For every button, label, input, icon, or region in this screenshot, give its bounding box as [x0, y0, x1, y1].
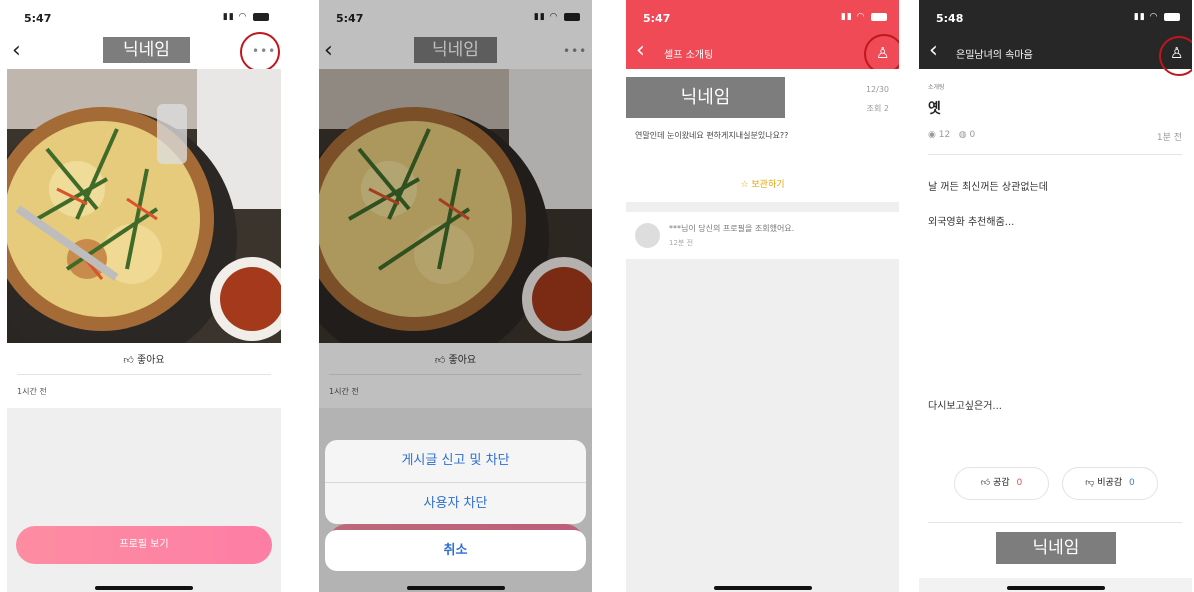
post-message: 연말인데 눈이왔네요 편하게지내실분있나요?? [635, 131, 789, 140]
status-time: 5:48 [936, 12, 964, 25]
view-count: 12 [938, 130, 951, 140]
nickname-label: 닉네임 [103, 37, 190, 63]
cancel-button[interactable]: 취소 [325, 530, 586, 571]
disagree-button[interactable]: 👎︎ 비공감 0 [1062, 467, 1158, 500]
divider [928, 522, 1182, 523]
disagree-label: 비공감 [1097, 478, 1123, 488]
posted-time: 1분 전 [1156, 133, 1182, 143]
screen-action-sheet: 5:47 ▮▮ ◠ ‹ 닉네임 ••• 👍︎ 좋아요 1시간 전 게시글 신고 … [319, 0, 592, 592]
home-indicator [406, 586, 505, 590]
back-icon[interactable]: ‹ [636, 38, 645, 63]
disagree-count: 0 [1129, 478, 1135, 488]
status-icons: ▮▮ ◠ [841, 12, 887, 22]
home-indicator [1006, 586, 1105, 590]
action-sheet: 게시글 신고 및 차단 사용자 차단 [325, 440, 586, 524]
agree-count: 0 [1016, 478, 1023, 488]
view-profile-button[interactable]: 프로필 보기 [16, 526, 272, 564]
body-line-1: 날 꺼든 최신꺼든 상관없는데 [928, 182, 1048, 193]
like-label: 좋아요 [137, 355, 165, 366]
body-line-2: 외국영화 추천해줌... [928, 217, 1015, 228]
header-bar: 5:47 ▮▮ ◠ ‹ 셀프 소개팅 ♙ [626, 0, 899, 69]
nickname-label: 닉네임 [626, 77, 785, 118]
status-bar: 5:48 ▮▮ ◠ [919, 0, 1192, 36]
notice-text: ***님이 당신의 프로필을 조회했어요. [669, 224, 795, 233]
divider [928, 154, 1182, 155]
report-block-post-button[interactable]: 게시글 신고 및 차단 [325, 440, 586, 482]
highlight-circle [240, 32, 280, 72]
screen-self-intro: 5:47 ▮▮ ◠ ‹ 셀프 소개팅 ♙ 닉네임 12/30 조회 2 연말인데… [626, 0, 899, 592]
food-photo [7, 69, 281, 343]
avatar [635, 223, 660, 248]
status-bar: 5:47 ▮▮ ◠ [7, 0, 281, 36]
agree-label: 공감 [993, 478, 1010, 488]
back-icon[interactable]: ‹ [929, 38, 938, 63]
star-icon: ☆ [740, 180, 749, 190]
content-background [7, 408, 281, 592]
view-count: 조회 2 [866, 104, 889, 113]
highlight-circle [864, 34, 899, 74]
comment-icon: ◍ [958, 130, 967, 140]
home-indicator [713, 586, 812, 590]
body-line-3: 다시보고싶은거... [928, 401, 1002, 412]
like-button[interactable]: 👍︎ 좋아요 [7, 351, 281, 366]
status-icons: ▮▮ ◠ [223, 12, 269, 22]
status-time: 5:47 [24, 12, 52, 25]
category-label: 소개팅 [928, 84, 945, 91]
page-title: 은밀남녀의 속마음 [956, 50, 1033, 61]
posted-time: 1시간 전 [17, 387, 47, 396]
screen-photo-detail: 5:47 ▮▮ ◠ ‹ 닉네임 ••• 👍︎ 좋아요 1시간 전 프로필 보기 [7, 0, 281, 592]
page-title: 셀프 소개팅 [664, 50, 714, 61]
thumbs-up-icon: 👍︎ [980, 478, 991, 488]
agree-button[interactable]: 👍︎ 공감 0 [954, 467, 1049, 500]
nickname-label: 닉네임 [996, 532, 1116, 564]
divider [17, 374, 271, 375]
comment-count: 0 [969, 130, 976, 140]
header-bar: 5:48 ▮▮ ◠ ‹ 은밀남녀의 속마음 ♙ [919, 0, 1192, 69]
post-stats: ◉ 12 ◍ 0 [928, 130, 975, 140]
save-label: 보관하기 [751, 180, 785, 190]
post-date: 12/30 [865, 85, 889, 94]
status-icons: ▮▮ ◠ [1134, 12, 1180, 22]
highlight-circle [1159, 36, 1192, 76]
eye-icon: ◉ [928, 130, 936, 140]
thumbs-down-icon: 👎︎ [1085, 478, 1095, 488]
home-indicator [95, 586, 193, 590]
save-button[interactable]: ☆ 보관하기 [626, 177, 899, 190]
back-icon[interactable]: ‹ [12, 38, 21, 63]
notice-time: 12분 전 [669, 239, 694, 247]
screen-secret-board: 5:48 ▮▮ ◠ ‹ 은밀남녀의 속마음 ♙ 소개팅 옛 ◉ 12 ◍ 0 1… [919, 0, 1192, 592]
post-card: 닉네임 12/30 조회 2 연말인데 눈이왔네요 편하게지내실분있나요?? ☆… [626, 69, 899, 202]
thumbs-up-icon: 👍︎ [123, 355, 134, 366]
block-user-button[interactable]: 사용자 차단 [325, 482, 586, 524]
notification-item[interactable]: ***님이 당신의 프로필을 조회했어요. 12분 전 [626, 212, 899, 259]
post-title: 옛 [928, 101, 941, 117]
status-bar: 5:47 ▮▮ ◠ [626, 0, 899, 36]
status-time: 5:47 [643, 12, 671, 25]
